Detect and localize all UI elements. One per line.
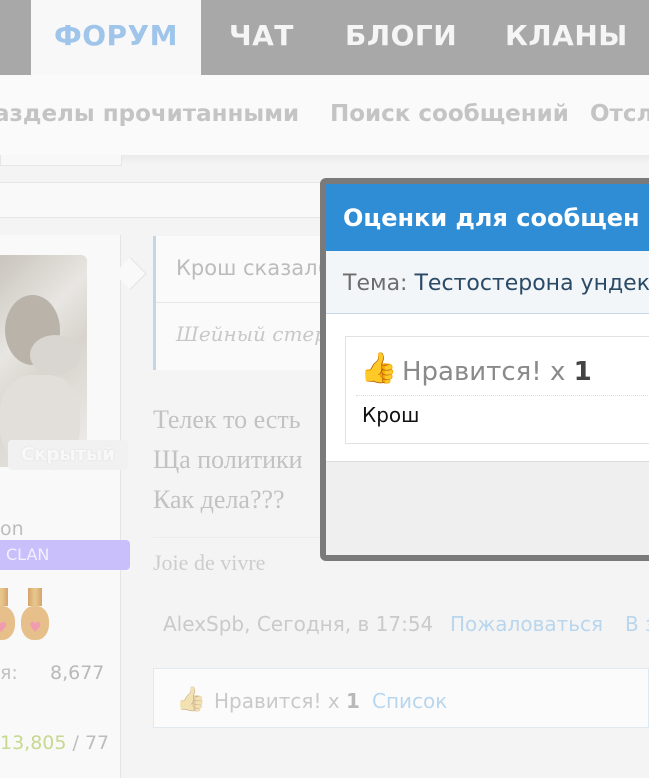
quote-text: Шейный стер — [176, 322, 328, 346]
main-nav: ФОРУМ ЧАТ БЛОГИ КЛАНЫ — [0, 0, 649, 75]
clan-badge[interactable]: CLAN — [0, 540, 130, 570]
ratings-dialog: Оценки для сообщен Тема: Тестостерона ун… — [320, 178, 649, 561]
thumbs-up-icon: 👍 — [176, 685, 206, 713]
watched-link[interactable]: Отсл — [590, 101, 649, 127]
rating-card: 👍 Нравится! x 1 Крош — [345, 336, 649, 444]
mark-read-link[interactable]: азделы прочитанными — [0, 101, 299, 127]
award-icon: ♥ — [0, 588, 16, 644]
likes-count: 1 — [346, 689, 360, 713]
ratings-dialog-body: Оценки для сообщен Тема: Тестостерона ун… — [326, 184, 649, 555]
thumbs-up-icon: 👍 — [360, 351, 398, 386]
stat-points-secondary: 77 — [84, 732, 110, 754]
user-title: on — [0, 518, 24, 540]
search-messages-link[interactable]: Поиск сообщений — [330, 101, 569, 127]
tab-clans[interactable]: КЛАНЫ — [505, 0, 628, 75]
report-link[interactable]: Пожаловаться — [450, 612, 603, 636]
topic-link[interactable]: Тестостерона ундека — [414, 271, 649, 296]
stat-points-value: 13,805 — [0, 732, 67, 754]
award-icon: ♥ — [20, 588, 50, 644]
stat-label: я: — [0, 662, 18, 684]
liker-name[interactable]: Крош — [362, 403, 419, 427]
topic-line: Тема: Тестостерона ундека — [343, 271, 649, 296]
dialog-topic: Тема: Тестостерона ундека — [326, 251, 649, 314]
rating-count: 1 — [573, 357, 592, 387]
likes-label: Нравится! x — [214, 689, 340, 713]
quote-link[interactable]: В з — [625, 612, 649, 636]
rating-label: Нравится! x — [402, 357, 566, 387]
rating-text: Нравится! x 1 — [402, 357, 592, 387]
tab-blogs[interactable]: БЛОГИ — [345, 0, 457, 75]
tab-chat[interactable]: ЧАТ — [229, 0, 294, 75]
status-badge: Скрытый — [8, 440, 128, 470]
likes-summary: 👍 Нравится! x 1 Список — [153, 668, 649, 728]
signature: Joie de vivre — [153, 550, 266, 575]
dialog-footer — [326, 461, 649, 555]
dialog-header: Оценки для сообщен — [326, 184, 649, 251]
post-author-time[interactable]: AlexSpb, Сегодня, в 17:54 — [163, 612, 433, 636]
post-text-line: Как дела??? — [153, 485, 285, 514]
topic-label: Тема: — [343, 271, 408, 296]
rating-divider — [356, 395, 649, 396]
likes-text: Нравится! x 1 — [214, 689, 360, 713]
avatar-shape — [30, 335, 80, 375]
stat-points: 13,805 / 77 — [0, 732, 109, 754]
post-text-line: Телек то есть — [153, 405, 301, 434]
breadcrumb-tab — [0, 155, 122, 166]
post-text-line: Ща политики — [153, 445, 303, 474]
quote-author[interactable]: Крош сказал( — [176, 256, 326, 280]
tab-forum[interactable]: ФОРУМ — [31, 0, 201, 75]
stat-value: 8,677 — [50, 662, 105, 684]
stat-separator: / — [66, 732, 85, 754]
dialog-title: Оценки для сообщен — [343, 204, 640, 232]
likes-list-link[interactable]: Список — [372, 689, 447, 713]
avatar[interactable] — [0, 255, 87, 467]
sub-nav: азделы прочитанными Поиск сообщений Отсл — [0, 75, 649, 155]
